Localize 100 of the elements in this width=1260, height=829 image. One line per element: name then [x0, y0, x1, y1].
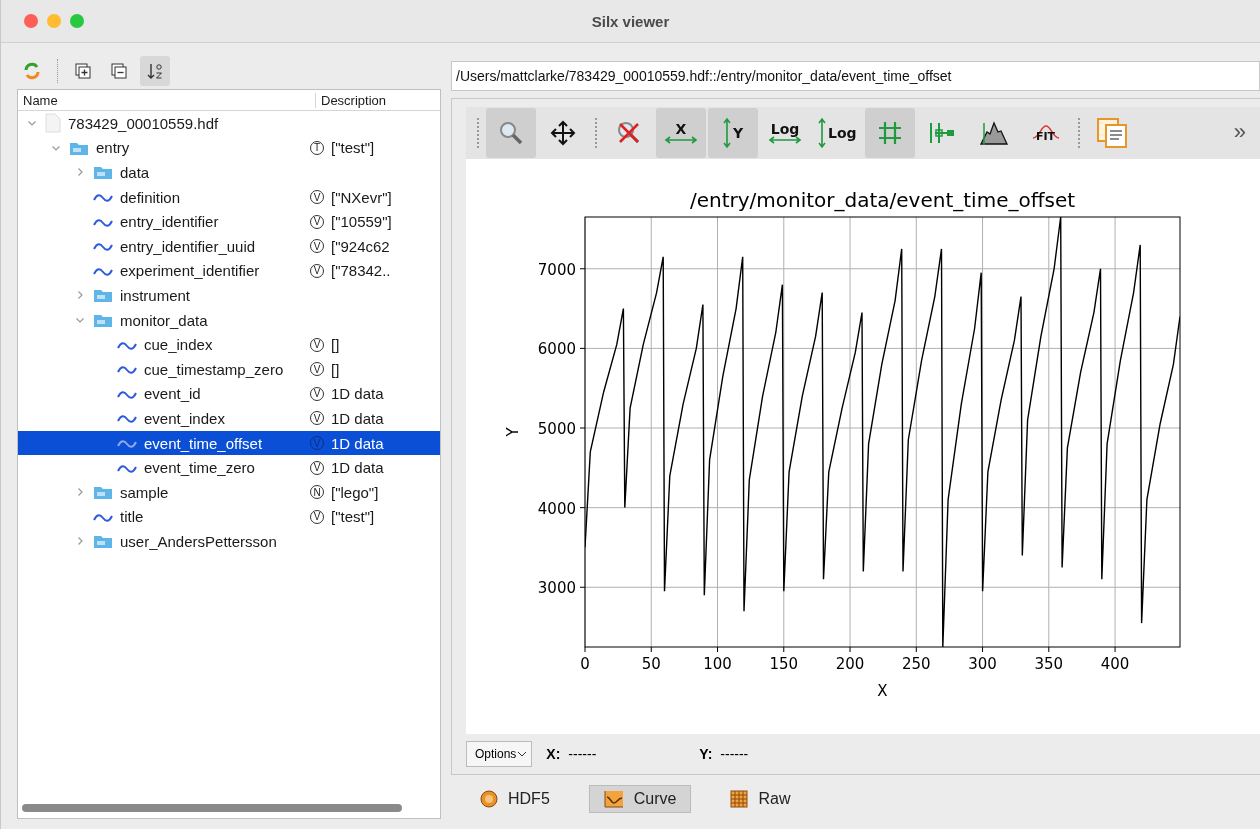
- wave-icon: [117, 339, 137, 350]
- scrollbar-thumb[interactable]: [22, 804, 402, 812]
- folder-icon: [93, 164, 113, 181]
- chevron-right-icon[interactable]: [75, 536, 85, 547]
- tree-item-label: cue_index: [144, 336, 213, 354]
- description-text: []: [331, 336, 340, 354]
- tree-row[interactable]: monitor_data: [18, 307, 440, 333]
- tree-item-label: cue_timestamp_zero: [144, 360, 284, 378]
- chevron-right-icon[interactable]: [75, 167, 85, 178]
- wave-icon: [93, 192, 113, 203]
- log-x-button[interactable]: Log: [760, 108, 810, 158]
- toolbar-overflow-button[interactable]: »: [1233, 119, 1246, 145]
- description-text: 1D data: [331, 385, 384, 403]
- tree-row[interactable]: experiment_identifier V ["78342..: [18, 258, 440, 284]
- grid-button[interactable]: [864, 108, 915, 158]
- y-axis-label: Y: [504, 427, 522, 437]
- x-tick-label: 300: [968, 655, 997, 673]
- x-tick-label: 50: [641, 655, 661, 673]
- folder-icon: [93, 287, 113, 304]
- horizontal-arrow-icon: [664, 136, 698, 144]
- tree-item-label: data: [120, 164, 150, 181]
- tree-row[interactable]: definition V ["NXevr"]: [18, 184, 440, 210]
- description-text: ["78342..: [331, 262, 391, 280]
- view-tab[interactable]: HDF5: [465, 785, 565, 813]
- view-tab[interactable]: Raw: [715, 785, 806, 813]
- autoscale-y-button[interactable]: Y: [708, 108, 758, 158]
- zoom-button[interactable]: [70, 14, 84, 28]
- sort-button[interactable]: [140, 56, 170, 86]
- histogram-icon: [977, 119, 1010, 147]
- column-header[interactable]: Description: [316, 92, 387, 108]
- column-header[interactable]: Name: [18, 92, 316, 108]
- window-title: Silx viewer: [591, 12, 670, 30]
- tree-row[interactable]: title V ["test"]: [18, 504, 440, 530]
- description-text: ["10559"]: [331, 213, 392, 231]
- expand-all-icon: [74, 62, 92, 80]
- folder-icon: [93, 312, 113, 329]
- wave-icon: [117, 364, 137, 375]
- tree-row[interactable]: event_index V 1D data: [18, 406, 440, 431]
- folder-icon: [93, 484, 113, 501]
- x-tick-label: 400: [1100, 655, 1130, 673]
- x-tick-label: 100: [703, 655, 732, 673]
- wave-icon: [117, 462, 137, 473]
- hdf5-icon: [480, 790, 498, 808]
- description-text: 1D data: [331, 409, 384, 427]
- wave-icon: [93, 216, 113, 227]
- tree-row[interactable]: data: [18, 160, 440, 185]
- tree-item-label: instrument: [120, 286, 191, 304]
- x-tick-label: 350: [1034, 655, 1064, 673]
- tree-item-label: user_AndersPettersson: [120, 532, 277, 550]
- tree-item-label: entry_identifier_uuid: [120, 237, 256, 255]
- fit-button[interactable]: FIT: [1020, 108, 1071, 158]
- tree-item-label: title: [120, 508, 144, 526]
- tree-item-label: 783429_00010559.hdf: [68, 114, 219, 132]
- x-tick-label: 250: [901, 655, 931, 673]
- tree-row[interactable]: event_time_zero V 1D data: [18, 455, 440, 480]
- wave-icon: [117, 413, 137, 424]
- description-text: ["NXevr"]: [331, 188, 392, 206]
- tree-row[interactable]: instrument: [18, 283, 440, 308]
- icon-label: Log: [770, 122, 800, 136]
- horizontal-arrow-icon: [768, 136, 802, 144]
- description-text: ["test"]: [331, 139, 375, 157]
- curve-icon: [603, 790, 624, 808]
- caret-icon: [517, 751, 528, 757]
- tree-row[interactable]: entry_identifier_uuid V ["924c62: [18, 233, 440, 259]
- y-coordinate-value: ------: [720, 746, 749, 762]
- chevron-right-icon[interactable]: [75, 290, 85, 301]
- chevron-right-icon[interactable]: [75, 487, 85, 498]
- vertical-arrow-icon: [818, 117, 826, 149]
- file-icon: [45, 113, 61, 134]
- search-icon: [497, 119, 525, 147]
- wave-icon: [93, 265, 113, 276]
- tree-row[interactable]: cue_timestamp_zero V []: [18, 356, 440, 382]
- collapse-all-icon: [110, 62, 128, 80]
- description-text: ["test"]: [331, 508, 375, 526]
- description-text: 1D data: [331, 434, 384, 452]
- log-y-button[interactable]: Log: [812, 108, 863, 158]
- options-dropdown[interactable]: Options: [466, 741, 533, 767]
- x-coordinate-value: ------: [568, 746, 597, 762]
- autoscale-x-button[interactable]: X: [656, 108, 706, 158]
- tree-item-label: event_index: [144, 409, 225, 427]
- close-button[interactable]: [24, 14, 38, 28]
- wave-icon: [117, 438, 137, 448]
- path-field[interactable]: /Users/mattclarke/783429_00010559.hdf::/entry/monitor_data/event_time_offset: [451, 61, 1260, 91]
- view-tab[interactable]: Curve: [588, 785, 692, 813]
- y-tick-label: 5000: [537, 420, 576, 438]
- tree-row[interactable]: sample N ["lego"]: [18, 479, 440, 505]
- description-text: ["924c62: [331, 237, 390, 255]
- tree-row[interactable]: 783429_00010559.hdf: [18, 111, 440, 136]
- sort-icon: [145, 61, 165, 81]
- tree-row[interactable]: event_time_offset V 1D data: [18, 430, 440, 456]
- icon-label: X: [675, 122, 687, 136]
- x-tick-label: 0: [580, 655, 590, 673]
- x-coordinate-label: X:: [546, 746, 561, 762]
- tree-row[interactable]: user_AndersPettersson: [18, 529, 440, 554]
- tree-row[interactable]: cue_index V []: [18, 332, 440, 357]
- tree-row[interactable]: entry T ["test"]: [18, 135, 440, 161]
- tree-row[interactable]: event_id V 1D data: [18, 381, 440, 407]
- tree-row[interactable]: entry_identifier V ["10559"]: [18, 209, 440, 234]
- x-tick-label: 150: [769, 655, 799, 673]
- x-axis-label: X: [877, 682, 888, 700]
